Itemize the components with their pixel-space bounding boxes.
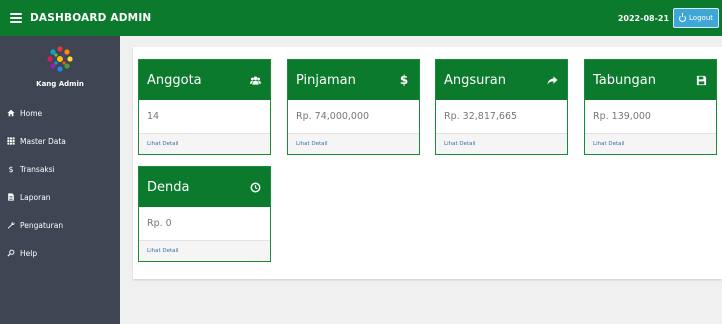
card-header: Anggota (139, 60, 270, 100)
sidebar-item-label: Home (20, 108, 43, 118)
card-title: Denda (147, 179, 190, 195)
top-navbar: DASHBOARD ADMIN 2022-08-21 Logout (0, 0, 722, 36)
sidebar-profile: Kang Admin (0, 36, 120, 94)
clock-icon (248, 180, 262, 194)
sidebar-item-label: Pengaturan (20, 220, 64, 230)
card-value: Rp. 74,000,000 (296, 111, 370, 122)
card-anggota: Anggota 14 Lihat Detail (138, 59, 271, 155)
view-detail-link[interactable]: Lihat Detail (585, 133, 716, 154)
logout-label: Logout (689, 14, 713, 22)
share-arrow-icon (545, 73, 559, 87)
home-icon (6, 108, 16, 118)
card-title: Tabungan (593, 72, 656, 88)
dashboard-panel: Anggota 14 Lihat Detail Pinjaman $ Rp. 7… (133, 47, 722, 279)
logout-button[interactable]: Logout (673, 8, 719, 28)
file-icon (6, 192, 16, 202)
sidebar-user-name: Kang Admin (36, 80, 84, 88)
card-angsuran: Angsuran Rp. 32,817,665 Lihat Detail (435, 59, 568, 155)
sidebar-menu: Home Master Data $ Transaksi Laporan Pen… (0, 99, 120, 267)
dollar-icon: $ (399, 73, 409, 87)
wrench-icon (6, 220, 16, 230)
sidebar-item-home[interactable]: Home (0, 99, 120, 127)
current-date: 2022-08-21 (617, 13, 670, 23)
power-icon (679, 13, 687, 22)
view-detail-link[interactable]: Lihat Detail (139, 240, 270, 261)
brand: DASHBOARD ADMIN (0, 0, 151, 36)
card-header: Angsuran (436, 60, 567, 100)
view-detail-link[interactable]: Lihat Detail (139, 133, 270, 154)
card-header: Tabungan (585, 60, 716, 100)
cooperative-logo-icon (47, 46, 73, 72)
topbar-right: 2022-08-21 Logout (618, 8, 722, 28)
dollar-icon: $ (8, 164, 14, 174)
sidebar-item-label: Master Data (20, 136, 66, 146)
card-title: Anggota (147, 72, 202, 88)
sidebar: Kang Admin Home Master Data $ Transaksi … (0, 36, 120, 324)
save-icon (694, 73, 708, 87)
card-tabungan: Tabungan Rp. 139,000 Lihat Detail (584, 59, 717, 155)
sidebar-item-label: Transaksi (20, 164, 55, 174)
card-header: Denda (139, 167, 270, 207)
search-icon (6, 248, 16, 258)
card-title: Pinjaman (296, 72, 356, 88)
card-title: Angsuran (444, 72, 506, 88)
sidebar-item-label: Help (20, 248, 38, 258)
users-icon (248, 73, 262, 87)
card-value: 14 (147, 111, 160, 122)
view-detail-link[interactable]: Lihat Detail (436, 133, 567, 154)
sidebar-item-transaksi[interactable]: $ Transaksi (0, 155, 120, 183)
sidebar-item-pengaturan[interactable]: Pengaturan (0, 211, 120, 239)
grid-icon (6, 136, 16, 146)
sidebar-item-help[interactable]: Help (0, 239, 120, 267)
app-title: DASHBOARD ADMIN (30, 12, 152, 24)
sidebar-item-laporan[interactable]: Laporan (0, 183, 120, 211)
sidebar-item-label: Laporan (20, 192, 51, 202)
hamburger-menu-icon[interactable] (10, 13, 22, 23)
sidebar-item-master-data[interactable]: Master Data (0, 127, 120, 155)
card-value: Rp. 0 (147, 218, 172, 229)
card-pinjaman: Pinjaman $ Rp. 74,000,000 Lihat Detail (287, 59, 420, 155)
card-denda: Denda Rp. 0 Lihat Detail (138, 166, 271, 262)
card-value: Rp. 32,817,665 (444, 111, 518, 122)
card-header: Pinjaman $ (288, 60, 419, 100)
view-detail-link[interactable]: Lihat Detail (288, 133, 419, 154)
card-value: Rp. 139,000 (593, 111, 651, 122)
